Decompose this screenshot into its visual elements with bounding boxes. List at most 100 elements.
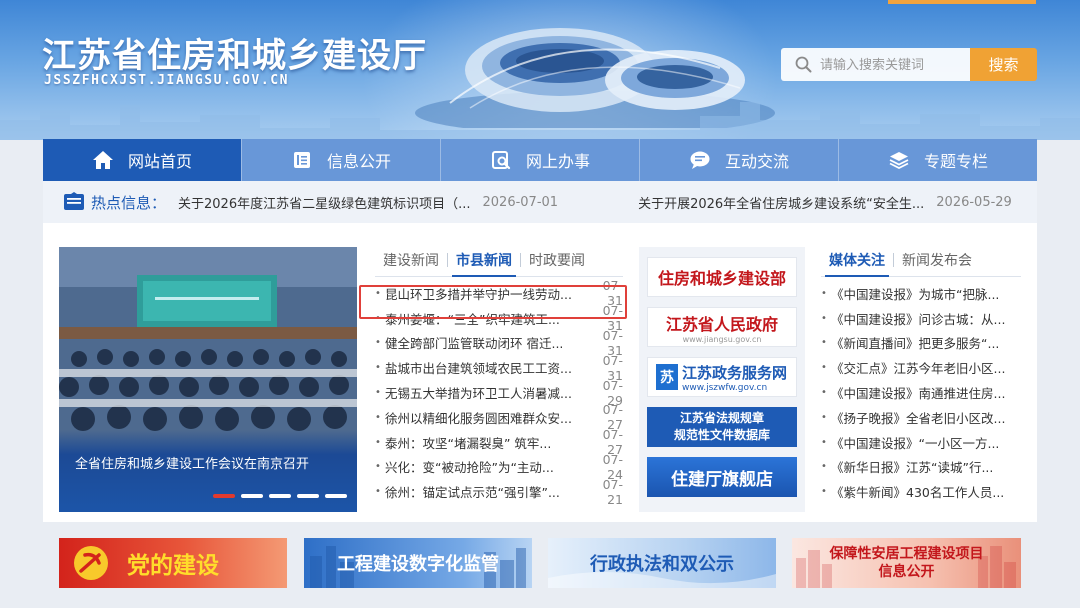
media-title[interactable]: 《新闻直播间》把更多服务“... [831,333,1021,352]
list-item[interactable]: • 健全跨部门监管联动闭环 宿迁... 07-31 [375,328,623,358]
main-nav: 网站首页 信息公开 网上办事 互动交流 专题专栏 [43,139,1037,181]
list-item[interactable]: • 《扬子晚报》全省老旧小区改... [821,405,1021,430]
news-title[interactable]: 无锡五大举措为环卫工人消暑减... [385,383,579,402]
party-emblem-icon [74,546,108,580]
news-title[interactable]: 兴化：变“被动抢险”为“主动... [385,457,579,476]
list-item[interactable]: • 泰州：攻坚“堵漏裂臭” 筑牢... 07-27 [375,427,623,457]
nav-item-online-service[interactable]: 网上办事 [440,139,639,181]
banner-housing-line2: 信息公开 [878,564,935,580]
media-title[interactable]: 《中国建设报》南通推进住房... [831,383,1021,402]
news-title[interactable]: 泰州：攻坚“堵漏裂臭” 筑牢... [385,433,579,452]
hot-item-link[interactable]: 关于开展2026年全省住房城乡建设系统“安全生... [638,193,924,212]
main-content-card: 热点信息： 关于2026年度江苏省二星级绿色建筑标识项目（... 2026-07… [43,181,1037,522]
nav-label: 互动交流 [724,152,789,171]
regulations-line1: 江苏省法规规章 [679,411,764,425]
bullet: • [821,436,827,448]
banner-law-enforcement[interactable]: 行政执法和双公示 [548,538,776,588]
news-date: 07-21 [602,476,623,507]
quick-links: 住房和城乡建设部 江苏省人民政府 www.jiangsu.gov.cn 苏 江苏… [639,247,805,512]
bullet: • [821,312,827,324]
news-title[interactable]: 盐城市出台建筑领域农民工工资... [385,358,579,377]
nav-item-info-disclosure[interactable]: 信息公开 [241,139,440,181]
nav-item-special-topics[interactable]: 专题专栏 [838,139,1037,181]
tab-construction-news[interactable]: 建设新闻 [375,250,447,276]
link-mohurd[interactable]: 住房和城乡建设部 [647,257,797,297]
service-logo-icon: 苏 [656,364,678,390]
list-item[interactable]: • 无锡五大举措为环卫工人消暑减... 07-29 [375,378,623,408]
link-flagship-store[interactable]: 住建厅旗舰店 [647,457,797,497]
tab-media-focus[interactable]: 媒体关注 [821,250,893,277]
search-icon [795,56,812,73]
link-jiangsu-gov-label: 江苏省人民政府 [665,314,778,334]
carousel-dot[interactable] [241,494,263,498]
news-carousel[interactable]: 全省住房和城乡建设工作会议在南京召开 [59,247,357,512]
nav-item-home[interactable]: 网站首页 [43,139,241,181]
city-skyline [0,102,1080,140]
banner-affordable-housing[interactable]: 保障性安居工程建设项目 信息公开 [792,538,1021,588]
list-item[interactable]: • 《中国建设报》问诊古城：从... [821,306,1021,331]
regulations-line2: 规范性文件数据库 [673,428,770,442]
search-input[interactable] [820,57,960,72]
media-title[interactable]: 《扬子晚报》全省老旧小区改... [831,408,1021,427]
news-title[interactable]: 健全跨部门监管联动闭环 宿迁... [385,333,579,352]
hot-item-link[interactable]: 关于2026年度江苏省二星级绿色建筑标识项目（... [178,193,470,212]
banner-digital-supervision[interactable]: 工程建设数字化监管 [304,538,532,588]
announcement-icon [64,192,84,210]
search-button[interactable]: 搜索 [970,48,1037,81]
bullet: • [375,461,381,473]
nav-label: 信息公开 [326,152,391,171]
tab-press-conference[interactable]: 新闻发布会 [894,250,980,276]
top-accent-tab[interactable] [888,0,1036,4]
list-item[interactable]: • 徐州：锚定试点示范“强引擎”... 07-21 [375,476,623,507]
news-panel: 建设新闻 市县新闻 时政要闻 • 昆山环卫多措并举守护一线劳动... 07-31 •… [359,247,627,512]
service-search-icon [490,149,512,171]
hot-item-date: 2026-05-29 [936,194,1012,210]
carousel-caption[interactable]: 全省住房和城乡建设工作会议在南京召开 [75,453,309,472]
list-item[interactable]: • 《紫牛新闻》430名工作人员... [821,479,1021,504]
bullet: • [821,287,827,299]
media-title[interactable]: 《中国建设报》问诊古城：从... [831,309,1021,328]
list-item[interactable]: • 兴化：变“被动抢险”为“主动... 07-24 [375,452,623,482]
carousel-dot[interactable] [269,494,291,498]
media-title[interactable]: 《中国建设报》为城市“把脉... [831,284,1021,303]
service-url: www.jszwfw.gov.cn [682,382,768,393]
link-jiangsu-gov[interactable]: 江苏省人民政府 www.jiangsu.gov.cn [647,307,797,347]
nav-item-interaction[interactable]: 互动交流 [639,139,838,181]
media-list: • 《中国建设报》为城市“把脉... • 《中国建设报》问诊古城：从... • 《新闻… [821,281,1021,504]
news-title[interactable]: 徐州：锚定试点示范“强引擎”... [385,482,579,501]
nav-label: 网上办事 [525,152,590,171]
carousel-dot[interactable] [213,494,235,498]
list-item[interactable]: • 《中国建设报》为城市“把脉... [821,281,1021,306]
bullet: • [375,436,381,448]
home-icon [92,149,114,171]
link-regulations-db[interactable]: 江苏省法规规章 规范性文件数据库 [647,407,797,447]
media-title[interactable]: 《中国建设报》“一小区一方... [831,433,1021,452]
banner-housing-line1: 保障性安居工程建设项目 [829,546,984,562]
banner-party-building[interactable]: 党的建设 [59,538,287,588]
link-gov-service[interactable]: 苏 江苏政务服务网 www.jszwfw.gov.cn [647,357,797,397]
tab-city-county-news[interactable]: 市县新闻 [448,250,520,277]
site-header: 江苏省住房和城乡建设厅 JSSZFHCXJST.JIANGSU.GOV.CN 搜… [0,0,1080,140]
carousel-dots [213,494,347,498]
list-item[interactable]: • 盐城市出台建筑领域农民工工资... 07-31 [375,353,623,383]
list-item[interactable]: • 《新闻直播间》把更多服务“... [821,331,1021,356]
list-item[interactable]: • 《中国建设报》南通推进住房... [821,380,1021,405]
tab-political-news[interactable]: 时政要闻 [521,250,593,276]
news-title[interactable]: 徐州以精细化服务圆困难群众安... [385,408,579,427]
media-title[interactable]: 《紫牛新闻》430名工作人员... [831,482,1021,501]
hot-info-label: 热点信息： [91,193,167,212]
bullet: • [821,337,827,349]
list-item[interactable]: • 徐州以精细化服务圆困难群众安... 07-27 [375,402,623,432]
media-title[interactable]: 《交汇点》江苏今年老旧小区... [831,358,1021,377]
list-item[interactable]: • 《中国建设报》“一小区一方... [821,430,1021,455]
carousel-dot[interactable] [297,494,319,498]
layers-icon [888,149,910,171]
site-title: 江苏省住房和城乡建设厅 [42,36,427,76]
list-item[interactable]: • 《交汇点》江苏今年老旧小区... [821,355,1021,380]
carousel-dot[interactable] [325,494,347,498]
feature-banners: 党的建设 工程建设数字化监管 行政执法和双公示 保障性安居工程建设项目 信息公开 [59,538,1021,588]
list-item[interactable]: • 《新华日报》江苏“读城”行... [821,455,1021,480]
search-box[interactable] [781,48,971,81]
media-title[interactable]: 《新华日报》江苏“读城”行... [831,457,1021,476]
nav-label: 专题专栏 [923,152,988,171]
